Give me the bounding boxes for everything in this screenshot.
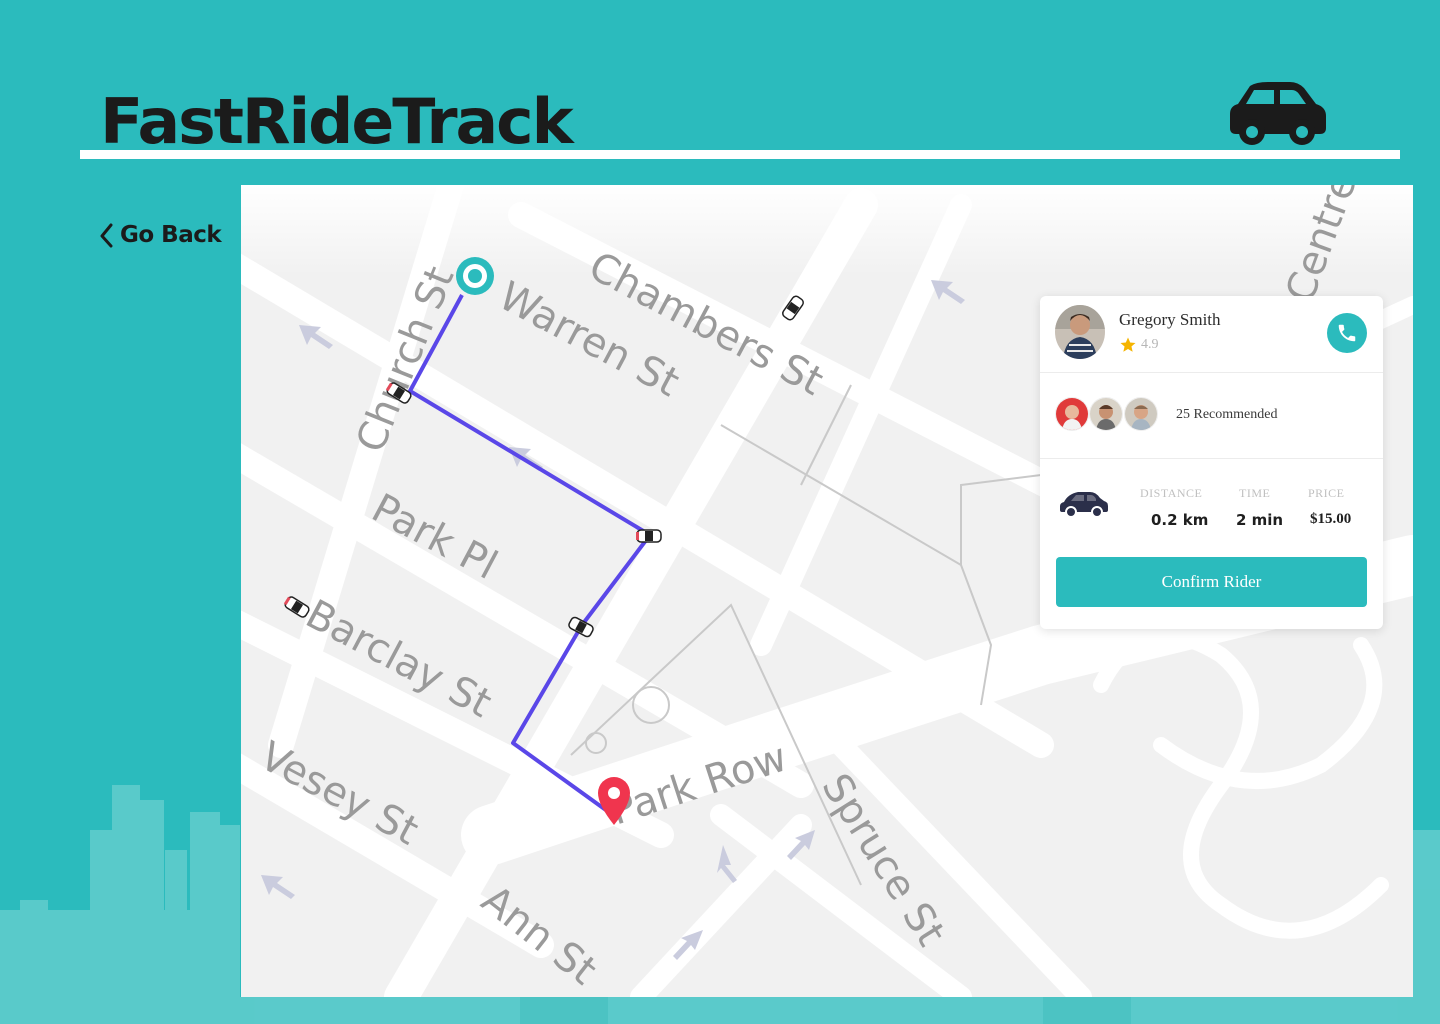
chevron-left-icon xyxy=(100,223,113,248)
distance-value: 0.2 km xyxy=(1151,511,1209,529)
header-divider xyxy=(80,150,1400,159)
go-back-button[interactable]: Go Back xyxy=(98,218,222,252)
driver-name: Gregory Smith xyxy=(1119,310,1221,329)
recommendations-row: 25 Recommended xyxy=(1040,372,1383,459)
rating-value: 4.9 xyxy=(1141,337,1159,352)
car-icon xyxy=(1230,82,1326,145)
distance-label: DISTANCE xyxy=(1140,486,1203,500)
recommender-avatar xyxy=(1089,397,1123,431)
phone-icon xyxy=(1338,324,1356,342)
go-back-label: Go Back xyxy=(120,222,222,248)
price-label: PRICE xyxy=(1308,486,1345,500)
time-label: TIME xyxy=(1239,486,1271,500)
app-header: FastRideTrack xyxy=(80,80,1400,162)
confirm-rider-button[interactable]: Confirm Rider xyxy=(1056,557,1367,607)
price-value: $15.00 xyxy=(1310,511,1352,527)
recommender-avatar xyxy=(1055,397,1089,431)
pickup-marker-icon xyxy=(456,257,494,295)
car-icon xyxy=(1060,492,1108,518)
star-icon xyxy=(1120,337,1136,352)
taxi-car-icon xyxy=(636,529,662,543)
driver-row: Gregory Smith 4.9 xyxy=(1040,296,1383,373)
recommender-avatar xyxy=(1124,397,1158,431)
driver-avatar xyxy=(1055,305,1105,359)
call-driver-button[interactable] xyxy=(1327,313,1367,353)
driver-rating: 4.9 xyxy=(1119,336,1159,354)
recommended-count: 25 Recommended xyxy=(1176,407,1278,422)
time-value: 2 min xyxy=(1236,511,1284,529)
trip-stats: DISTANCE 0.2 km TIME 2 min PRICE $15.00 xyxy=(1040,458,1383,548)
ride-details-card: Gregory Smith 4.9 25 Recommended DISTANC… xyxy=(1040,296,1383,629)
